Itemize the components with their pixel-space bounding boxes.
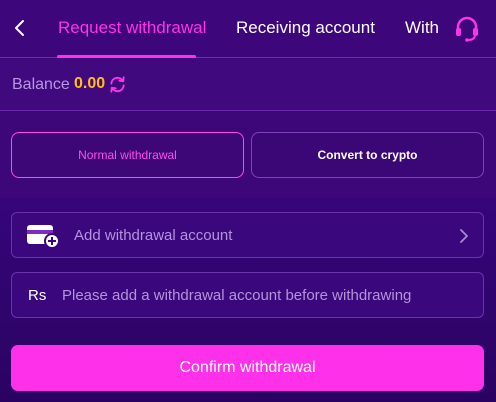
- confirm-withdrawal-label: Confirm withdrawal: [179, 359, 316, 376]
- normal-withdrawal-label: Normal withdrawal: [78, 148, 177, 162]
- chevron-left-icon[interactable]: [12, 18, 28, 38]
- convert-to-crypto-button[interactable]: Convert to crypto: [251, 132, 484, 178]
- active-tab-indicator: [57, 55, 196, 58]
- tab-withdrawal-history[interactable]: With: [405, 18, 445, 38]
- tab-receiving-account[interactable]: Receiving account: [236, 18, 375, 38]
- convert-to-crypto-label: Convert to crypto: [317, 148, 418, 162]
- refresh-icon[interactable]: [108, 75, 127, 94]
- balance-value: 0.00: [74, 75, 106, 92]
- headset-icon[interactable]: [452, 14, 482, 44]
- withdrawal-mode-selector: Normal withdrawal Convert to crypto: [0, 112, 496, 198]
- bank-card-add-icon: [27, 225, 60, 249]
- balance-label: Balance: [12, 76, 70, 93]
- withdrawal-form: Add withdrawal account Rs Confirm withdr…: [0, 198, 496, 402]
- add-withdrawal-account-row[interactable]: Add withdrawal account: [11, 212, 484, 258]
- withdrawal-amount-input[interactable]: [62, 273, 472, 317]
- top-navigation-bar: Request withdrawal Receiving account Wit…: [0, 0, 496, 58]
- normal-withdrawal-button[interactable]: Normal withdrawal: [11, 132, 244, 178]
- add-withdrawal-account-label: Add withdrawal account: [74, 227, 233, 244]
- balance-row: Balance 0.00: [0, 59, 496, 111]
- withdrawal-amount-field: Rs: [11, 272, 484, 318]
- tab-request-withdrawal[interactable]: Request withdrawal: [58, 18, 206, 38]
- chevron-right-icon: [460, 229, 468, 243]
- confirm-withdrawal-button[interactable]: Confirm withdrawal: [11, 345, 484, 391]
- currency-symbol: Rs: [28, 287, 47, 304]
